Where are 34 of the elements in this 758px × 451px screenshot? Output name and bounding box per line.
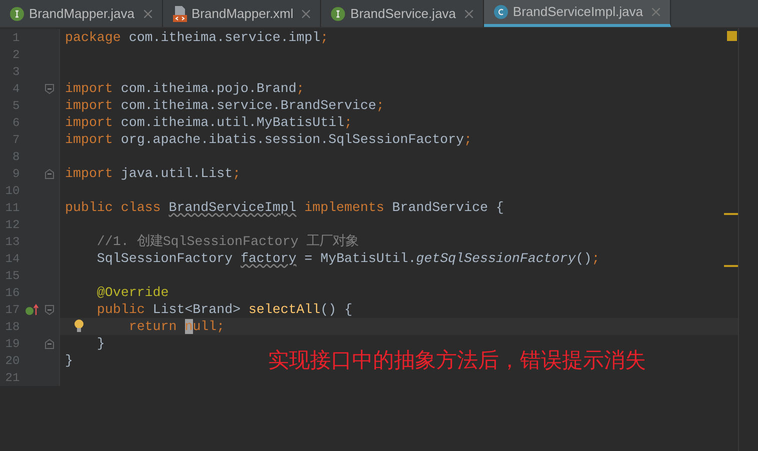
xml-file-icon [172,6,187,22]
interface-icon [331,6,346,20]
fold-icon[interactable] [44,304,54,314]
editor-tab[interactable]: BrandServiceImpl.java [484,0,671,27]
code-line: import com.itheima.util.MyBatisUtil; [65,114,352,131]
status-marker-icon [727,31,737,41]
class-icon [494,5,508,19]
code-line: return null; [128,318,225,335]
code-line: SqlSessionFactory factory = MyBatisUtil.getSqlSessionFactory(); [96,250,600,267]
code-line: import java.util.List; [65,165,241,182]
interface-icon [10,6,24,20]
implements-marker-icon[interactable] [25,304,40,316]
code-line: @Override [96,284,169,301]
close-icon[interactable] [144,10,152,18]
fold-end-icon[interactable] [44,338,54,348]
code-line: import com.itheima.service.BrandService; [65,97,384,114]
close-icon[interactable] [464,10,473,18]
annotation-text: 实现接口中的抽象方法后，错误提示消失 [268,348,646,374]
code-line: public List<Brand> selectAll() { [96,301,352,318]
editor-tab[interactable]: BrandMapper.java [0,0,163,27]
fold-icon[interactable] [44,84,54,94]
code-line: } [96,335,105,352]
fold-end-icon[interactable] [44,168,54,178]
code-line: public class BrandServiceImpl implements BrandService { [65,199,504,216]
editor-tab[interactable]: BrandService.java [321,0,484,27]
code-line: package com.itheima.service.impl; [65,29,328,46]
close-icon[interactable] [302,10,310,18]
close-icon[interactable] [652,8,660,16]
editor-tab[interactable]: BrandMapper.xml [162,0,322,27]
code-line: import org.apache.ibatis.session.SqlSessionFactory; [65,131,472,148]
code-line: import com.itheima.pojo.Brand; [65,80,304,97]
code-line: //1. 创建SqlSessionFactory 工厂对象 [96,233,358,250]
code-line: } [65,352,73,369]
lightbulb-icon[interactable] [74,319,84,333]
